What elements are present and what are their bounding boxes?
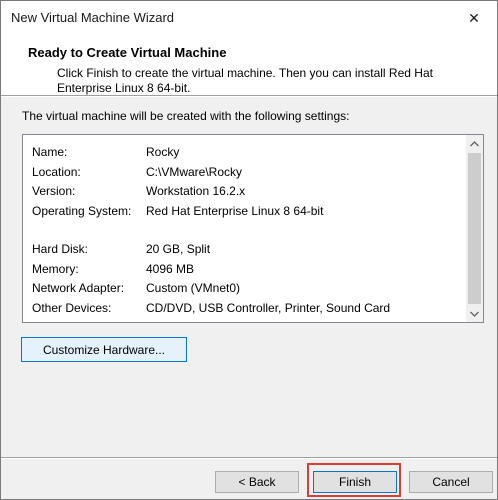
settings-intro: The virtual machine will be created with… <box>22 109 350 123</box>
settings-value: Red Hat Enterprise Linux 8 64-bit <box>146 204 324 218</box>
chevron-up-icon <box>470 140 479 146</box>
scroll-down-button[interactable] <box>466 305 483 322</box>
settings-key: Hard Disk: <box>32 242 89 256</box>
settings-value: 20 GB, Split <box>146 242 211 256</box>
settings-key: Other Devices: <box>32 301 112 315</box>
settings-value: Custom (VMnet0) <box>146 281 241 295</box>
close-icon: ✕ <box>468 9 480 26</box>
title-bar: New Virtual Machine Wizard ✕ <box>1 1 497 35</box>
wizard-header: Ready to Create Virtual Machine Click Fi… <box>1 35 497 95</box>
page-subtitle: Click Finish to create the virtual machi… <box>57 66 433 95</box>
settings-value: C:\VMware\Rocky <box>146 165 243 179</box>
page-title: Ready to Create Virtual Machine <box>28 45 227 60</box>
wizard-window: New Virtual Machine Wizard ✕ Ready to Cr… <box>0 0 498 500</box>
window-title: New Virtual Machine Wizard <box>11 10 175 25</box>
settings-key: Network Adapter: <box>32 281 125 295</box>
settings-key: Version: <box>32 184 76 198</box>
settings-value: Workstation 16.2.x <box>146 184 246 198</box>
settings-value: 4096 MB <box>146 262 195 276</box>
settings-key: Operating System: <box>32 204 132 218</box>
settings-key: Location: <box>32 165 81 179</box>
scroll-thumb[interactable] <box>468 153 481 304</box>
settings-value: CD/DVD, USB Controller, Printer, Sound C… <box>146 301 391 315</box>
finish-button[interactable]: Finish <box>313 471 397 493</box>
customize-hardware-button[interactable]: Customize Hardware... <box>21 337 187 362</box>
settings-list: Name: Rocky Location: C:\VMware\Rocky Ve… <box>23 135 466 322</box>
settings-key: Memory: <box>32 262 79 276</box>
settings-summary: Name: Rocky Location: C:\VMware\Rocky Ve… <box>22 134 484 323</box>
chevron-down-icon <box>470 311 479 317</box>
vertical-scrollbar[interactable] <box>466 135 483 322</box>
close-button[interactable]: ✕ <box>451 1 497 35</box>
scroll-up-button[interactable] <box>466 135 483 152</box>
settings-value: Rocky <box>146 145 180 159</box>
back-button[interactable]: < Back <box>215 471 299 493</box>
cancel-button[interactable]: Cancel <box>409 471 493 493</box>
settings-key: Name: <box>32 145 68 159</box>
